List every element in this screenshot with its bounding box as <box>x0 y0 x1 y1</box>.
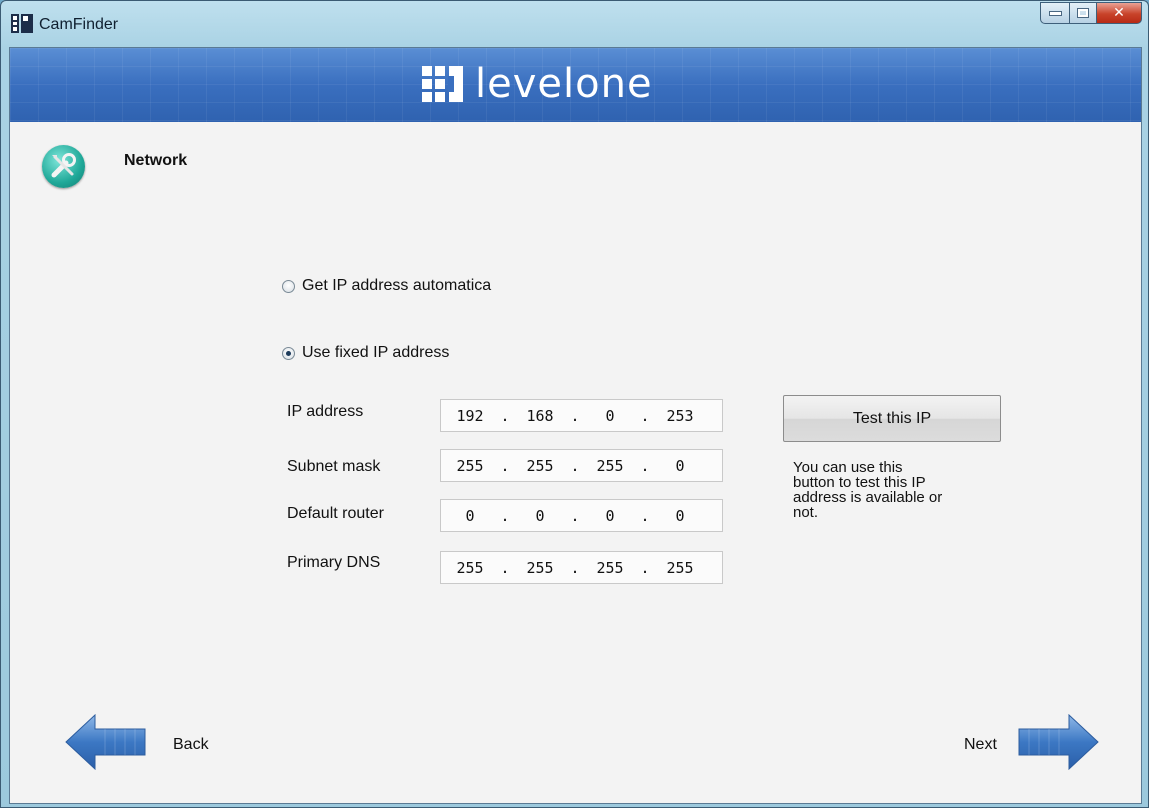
close-button[interactable]: ✕ <box>1096 2 1142 24</box>
tools-icon <box>42 145 85 188</box>
ip-address-input[interactable]: 192. 168. 0. 253 <box>440 399 723 432</box>
app-logo-icon <box>11 14 33 33</box>
radio-fixed-ip-label: Use fixed IP address <box>302 344 450 361</box>
levelone-logo-icon <box>422 66 463 102</box>
dns-octet-3[interactable]: 255 <box>581 559 639 577</box>
subnet-octet-2[interactable]: 255 <box>511 457 569 475</box>
router-octet-2[interactable]: 0 <box>511 507 569 525</box>
test-ip-button[interactable]: Test this IP <box>783 395 1001 442</box>
test-ip-hint: You can use this button to test this IP … <box>793 459 943 521</box>
ip-octet-2[interactable]: 168 <box>511 407 569 425</box>
default-router-label: Default router <box>287 505 384 522</box>
section-title: Network <box>124 152 188 169</box>
ip-octet-4[interactable]: 253 <box>651 407 709 425</box>
dns-octet-2[interactable]: 255 <box>511 559 569 577</box>
subnet-mask-label: Subnet mask <box>287 458 381 475</box>
subnet-octet-3[interactable]: 255 <box>581 457 639 475</box>
default-router-input[interactable]: 0. 0. 0. 0 <box>440 499 723 532</box>
wizard-panel: levelone Network Get IP address automati… <box>9 47 1142 804</box>
ip-octet-3[interactable]: 0 <box>581 407 639 425</box>
window-title: CamFinder <box>39 16 119 33</box>
minimize-icon <box>1048 10 1062 16</box>
next-arrow-icon[interactable] <box>1017 713 1099 774</box>
radio-auto-ip-label: Get IP address automatica <box>302 277 492 294</box>
maximize-button[interactable] <box>1069 2 1096 24</box>
next-button[interactable]: Next <box>964 736 997 754</box>
maximize-icon <box>1077 8 1089 18</box>
dns-octet-4[interactable]: 255 <box>651 559 709 577</box>
radio-auto-ip-button[interactable] <box>282 279 295 293</box>
back-arrow-icon[interactable] <box>65 713 147 774</box>
window-controls: ✕ <box>1040 2 1142 24</box>
title-bar[interactable]: CamFinder ✕ <box>1 1 1148 47</box>
logo-text: levelone <box>475 61 653 107</box>
levelone-logo: levelone <box>422 62 653 106</box>
minimize-button[interactable] <box>1040 2 1069 24</box>
router-octet-3[interactable]: 0 <box>581 507 639 525</box>
radio-fixed-ip-button[interactable] <box>282 346 295 360</box>
ip-octet-1[interactable]: 192 <box>441 407 499 425</box>
subnet-octet-1[interactable]: 255 <box>441 457 499 475</box>
dns-octet-1[interactable]: 255 <box>441 559 499 577</box>
subnet-octet-4[interactable]: 0 <box>651 457 709 475</box>
ip-address-label: IP address <box>287 403 364 420</box>
camfinder-window: CamFinder ✕ levelone Network Get IP addr… <box>0 0 1149 808</box>
close-icon: ✕ <box>1113 5 1125 21</box>
back-button[interactable]: Back <box>173 736 209 754</box>
brand-banner: levelone <box>10 48 1141 122</box>
primary-dns-label: Primary DNS <box>287 554 381 571</box>
radio-fixed-ip[interactable]: Use fixed IP address <box>282 344 449 362</box>
radio-auto-ip[interactable]: Get IP address automatica <box>282 277 491 295</box>
router-octet-4[interactable]: 0 <box>651 507 709 525</box>
router-octet-1[interactable]: 0 <box>441 507 499 525</box>
primary-dns-input[interactable]: 255. 255. 255. 255 <box>440 551 723 584</box>
subnet-mask-input[interactable]: 255. 255. 255. 0 <box>440 449 723 482</box>
